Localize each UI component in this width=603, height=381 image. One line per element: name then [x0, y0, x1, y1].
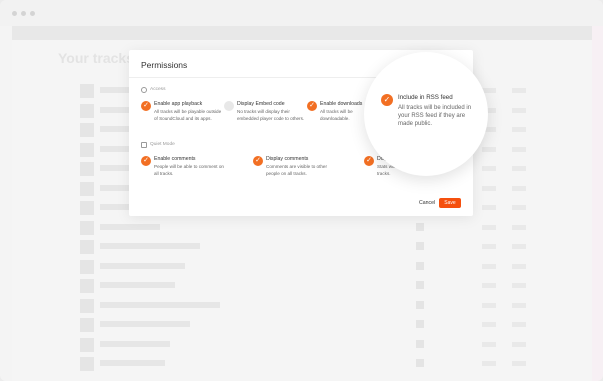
checkbox-downloads[interactable]: ✓ — [307, 101, 317, 111]
section-label-access: Access — [150, 87, 166, 92]
option-title-rss-feed: Include in RSS feed — [398, 94, 453, 101]
option-desc-rss-feed: All tracks will be included in your RSS … — [398, 105, 472, 127]
comment-icon — [141, 142, 147, 148]
modal-title: Permissions — [141, 60, 188, 70]
option-desc-downloads: All tracks will be downloadable. — [320, 109, 353, 121]
checkbox-embed-code[interactable] — [224, 101, 234, 111]
checkbox-display-stats[interactable]: ✓ — [364, 156, 374, 166]
option-desc-display-comments: Comments are visible to other people on … — [266, 164, 328, 176]
checkbox-rss-feed[interactable]: ✓ — [381, 94, 393, 106]
option-title-embed-code: Display Embed code — [237, 101, 285, 107]
option-desc-comments: People will be able to comment on all tr… — [154, 164, 224, 176]
checkbox-comments[interactable]: ✓ — [141, 156, 151, 166]
save-button[interactable]: Save — [439, 198, 461, 208]
zoom-callout: ✓ Include in RSS feed All tracks will be… — [364, 52, 488, 176]
option-title-comments: Enable comments — [154, 156, 196, 162]
browser-window: Your tracks Permissions Access ✓ Enable … — [0, 0, 603, 381]
option-desc-embed-code: No tracks will display their embedded pl… — [237, 109, 305, 121]
section-label-quiet-mode: Quiet Mode — [150, 142, 175, 147]
option-title-app-playback: Enable app playback — [154, 101, 203, 107]
checkbox-display-comments[interactable]: ✓ — [253, 156, 263, 166]
checkbox-app-playback[interactable]: ✓ — [141, 101, 151, 111]
option-title-display-comments: Display comments — [266, 156, 309, 162]
option-desc-app-playback: All tracks will be playable outside of S… — [154, 109, 222, 121]
cancel-button[interactable]: Cancel — [419, 200, 435, 206]
access-icon — [141, 87, 147, 93]
option-title-downloads: Enable downloads — [320, 101, 363, 107]
